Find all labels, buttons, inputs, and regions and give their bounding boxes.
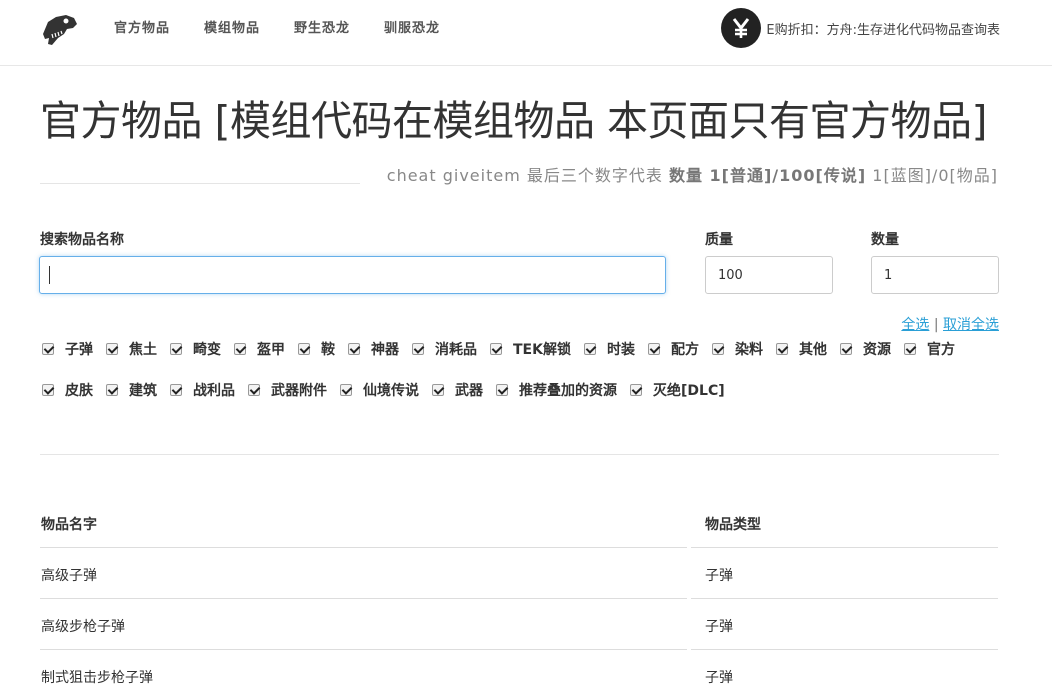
quality-label: 质量	[705, 232, 733, 248]
category-trophy[interactable]: 战利品	[170, 380, 235, 400]
search-input[interactable]	[39, 256, 666, 294]
checkbox-checked[interactable]	[248, 384, 260, 396]
row-divider	[40, 547, 687, 548]
table-cell-name: 高级步枪子弹	[41, 619, 125, 635]
table-cell-type: 子弹	[705, 670, 733, 686]
category-weapon[interactable]: 武器	[432, 380, 483, 400]
category-tek-unlock[interactable]: TEK解锁	[490, 339, 571, 359]
checkbox-checked[interactable]	[106, 343, 118, 355]
category-saddle[interactable]: 鞍	[298, 339, 335, 359]
checkbox-checked[interactable]	[490, 343, 502, 355]
category-costume[interactable]: 时装	[583, 339, 635, 359]
category-ammo[interactable]: 子弹	[42, 339, 93, 359]
select-links: 全选 | 取消全选	[901, 314, 999, 334]
brand-text: E购折扣：方舟:生存进化代码物品查询表	[766, 22, 1000, 38]
page-subtitle: cheat giveitem 最后三个数字代表 数量 1[普通]/100[传说]…	[387, 164, 998, 188]
checkbox-checked[interactable]	[775, 343, 788, 355]
subtitle-suffix: 1[蓝图]/0[物品]	[872, 166, 998, 185]
checkbox-checked[interactable]	[348, 343, 360, 355]
category-recipe[interactable]: 配方	[647, 339, 699, 359]
checkbox-checked[interactable]	[234, 343, 246, 355]
select-all-link[interactable]: 全选	[901, 317, 929, 333]
checkbox-checked[interactable]	[496, 384, 508, 396]
category-dye[interactable]: 染料	[711, 339, 763, 359]
checkbox-checked[interactable]	[711, 343, 724, 355]
subtitle-prefix: cheat giveitem 最后三个数字代表	[386, 166, 663, 185]
row-divider	[691, 547, 998, 548]
dinosaur-skull-logo-icon[interactable]	[40, 12, 78, 48]
quantity-label: 数量	[871, 232, 899, 248]
deselect-all-link[interactable]: 取消全选	[943, 317, 999, 333]
subtitle-divider	[40, 183, 360, 184]
checkbox-checked[interactable]	[42, 384, 54, 396]
checkbox-checked[interactable]	[170, 343, 182, 355]
subtitle-bold: 数量 1[普通]/100[传说]	[668, 166, 867, 185]
checkbox-checked[interactable]	[630, 384, 642, 396]
checkbox-checked[interactable]	[583, 343, 596, 355]
category-structure[interactable]: 建筑	[106, 380, 157, 400]
table-cell-type: 子弹	[705, 619, 733, 635]
nav-tamed-dinos[interactable]: 驯服恐龙	[384, 20, 440, 38]
checkbox-checked[interactable]	[432, 384, 444, 396]
category-row-2: 皮肤 建筑 战利品 武器附件 仙境传说 武器 推荐叠加的资源 灭绝[DLC]	[42, 380, 738, 400]
nav-links: 官方物品 模组物品 野生恐龙 驯服恐龙	[114, 20, 474, 38]
row-divider	[691, 598, 998, 599]
checkbox-checked[interactable]	[903, 343, 916, 355]
category-other[interactable]: 其他	[775, 339, 827, 359]
category-row-1: 子弹 焦土 畸变 盔甲 鞍 神器 消耗品 TEK解锁 时装 配方 染料 其他 资…	[42, 339, 968, 359]
yen-icon	[721, 8, 762, 48]
table-cell-type: 子弹	[705, 568, 733, 584]
category-resource[interactable]: 资源	[839, 339, 891, 359]
nav-mod-items[interactable]: 模组物品	[204, 20, 260, 38]
page-title: 官方物品 [模组代码在模组物品 本页面只有官方物品]	[40, 97, 988, 145]
brand-link[interactable]: E购折扣：方舟:生存进化代码物品查询表	[721, 8, 1000, 48]
category-extinction-dlc[interactable]: 灭绝[DLC]	[630, 380, 725, 400]
category-ragnarok[interactable]: 仙境传说	[340, 380, 419, 400]
checkbox-checked[interactable]	[298, 343, 310, 355]
nav-official-items[interactable]: 官方物品	[114, 20, 170, 38]
checkbox-checked[interactable]	[412, 343, 424, 355]
search-label: 搜索物品名称	[40, 232, 124, 248]
table-header-name: 物品名字	[41, 517, 97, 533]
category-official[interactable]: 官方	[903, 339, 955, 359]
checkbox-checked[interactable]	[106, 384, 118, 396]
category-armor[interactable]: 盔甲	[234, 339, 285, 359]
table-header-type: 物品类型	[705, 517, 761, 533]
checkbox-checked[interactable]	[647, 343, 660, 355]
nav-wild-dinos[interactable]: 野生恐龙	[294, 20, 350, 38]
category-skin[interactable]: 皮肤	[42, 380, 93, 400]
category-consumable[interactable]: 消耗品	[412, 339, 477, 359]
quality-input[interactable]	[705, 256, 833, 294]
row-divider	[40, 649, 687, 650]
checkbox-checked[interactable]	[340, 384, 352, 396]
category-artifact[interactable]: 神器	[348, 339, 399, 359]
row-divider	[691, 649, 998, 650]
category-weapon-attachment[interactable]: 武器附件	[248, 380, 327, 400]
table-cell-name: 制式狙击步枪子弹	[41, 670, 153, 686]
text-caret	[49, 266, 50, 284]
row-divider	[40, 598, 687, 599]
category-aberration[interactable]: 畸变	[170, 339, 221, 359]
table-cell-name: 高级子弹	[41, 568, 97, 584]
checkbox-checked[interactable]	[170, 384, 182, 396]
section-divider	[40, 454, 999, 455]
category-scorched[interactable]: 焦土	[106, 339, 157, 359]
category-stack-resource[interactable]: 推荐叠加的资源	[496, 380, 617, 400]
quantity-input[interactable]	[871, 256, 999, 294]
checkbox-checked[interactable]	[839, 343, 852, 355]
select-separator: |	[933, 317, 939, 333]
checkbox-checked[interactable]	[42, 343, 54, 355]
navbar: 官方物品 模组物品 野生恐龙 驯服恐龙 E购折扣：方舟:生存进化代码物品查询表	[0, 0, 1052, 66]
